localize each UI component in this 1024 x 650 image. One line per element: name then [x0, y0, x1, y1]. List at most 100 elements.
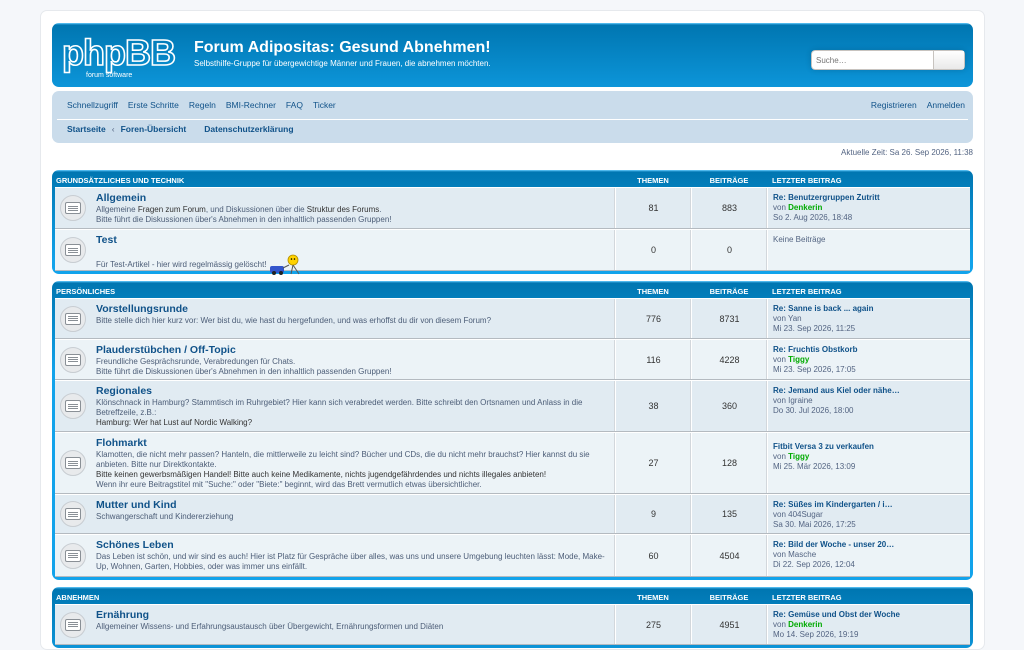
nav-ticker[interactable]: Ticker	[313, 100, 336, 110]
category-block: Abnehmen Themen Beiträge Letzter Beitrag…	[52, 587, 973, 648]
forum-title[interactable]: Mutter und Kind	[96, 499, 610, 511]
nav-first-steps[interactable]: Erste Schritte	[128, 100, 179, 110]
nav-faq[interactable]: FAQ	[286, 100, 303, 110]
svg-text:phpBB: phpBB	[62, 35, 175, 73]
topics-count: 116	[615, 340, 691, 379]
crumb-privacy[interactable]: Datenschutzerklärung	[204, 124, 293, 134]
forum-title[interactable]: Vorstellungsrunde	[96, 303, 610, 315]
login-link[interactable]: Anmelden	[927, 100, 965, 110]
smiley-icon	[269, 254, 300, 275]
register-link[interactable]: Registrieren	[871, 100, 917, 110]
category-title[interactable]: Abnehmen	[55, 593, 615, 602]
forum-read-icon	[60, 305, 86, 332]
category-title[interactable]: Grundsätzliches und Technik	[55, 176, 615, 185]
col-posts-header: Beiträge	[709, 286, 749, 296]
search-input[interactable]	[811, 50, 933, 70]
structure-link[interactable]: Struktur des Forums	[307, 205, 379, 214]
forum-read-icon	[60, 450, 86, 476]
last-post-author[interactable]: Yan	[788, 314, 802, 323]
forum-title[interactable]: Test	[96, 234, 610, 246]
forum-description: Freundliche Gesprächsrunde, Verabredunge…	[96, 357, 392, 376]
crumb-forum-index[interactable]: Foren-Übersicht	[121, 124, 187, 134]
crumb-separator-icon: ‹	[111, 124, 115, 134]
no-posts-label: Keine Beiträge	[773, 235, 826, 244]
last-post-author[interactable]: Masche	[788, 550, 816, 559]
last-post-title[interactable]: Re: Jemand aus Kiel oder nähe…	[773, 386, 965, 396]
crumb-home[interactable]: Startseite	[67, 124, 106, 134]
col-posts-header: Beiträge	[709, 592, 749, 602]
last-post: Re: Bild der Woche - unser 20… von Masch…	[767, 535, 970, 576]
last-post-author[interactable]: Denkerin	[788, 203, 822, 212]
search-button[interactable]	[933, 50, 965, 70]
last-post-title[interactable]: Re: Bild der Woche - unser 20…	[773, 540, 965, 550]
topics-count: 776	[615, 299, 691, 338]
last-post: Re: Jemand aus Kiel oder nähe… von Igrai…	[767, 381, 970, 431]
forum-row: Allgemein Allgemeine Fragen zum Forum, u…	[55, 187, 970, 229]
last-post: Keine Beiträge	[767, 230, 970, 270]
forum-info: Test Für Test-Artikel - hier wird regelm…	[55, 230, 615, 275]
last-post-title[interactable]: Re: Benutzergruppen Zutritt	[773, 193, 965, 203]
forum-row: Vorstellungsrunde Bitte stelle dich hier…	[55, 298, 970, 339]
last-post-author[interactable]: Tiggy	[788, 355, 809, 364]
search-box	[811, 50, 965, 70]
navbar: Schnellzugriff Erste Schritte Regeln BMI…	[52, 91, 973, 143]
forum-row: Mutter und Kind Schwangerschaft und Kind…	[55, 494, 970, 534]
last-post: Re: Fruchtis Obstkorb von Tiggy Mi 23. S…	[767, 340, 970, 379]
last-post-date: Di 22. Sep 2026, 12:04	[773, 560, 855, 569]
last-post: Re: Gemüse und Obst der Woche von Denker…	[767, 605, 970, 644]
category-title[interactable]: Persönliches	[55, 287, 615, 296]
faq-link[interactable]: Fragen zum Forum	[138, 205, 206, 214]
last-post-date: Mi 23. Sep 2026, 11:25	[773, 324, 856, 333]
last-post-title[interactable]: Re: Sanne is back ... again	[773, 304, 965, 314]
last-post-date: Sa 30. Mai 2026, 17:25	[773, 520, 856, 529]
col-last-post-header: Letzter Beitrag	[772, 175, 842, 185]
col-last-post-header: Letzter Beitrag	[772, 286, 842, 296]
last-post-title[interactable]: Re: Fruchtis Obstkorb	[773, 345, 965, 355]
forum-title[interactable]: Allgemein	[96, 192, 610, 204]
topics-count: 38	[615, 381, 691, 431]
col-topics-header: Themen	[637, 592, 669, 602]
forum-description: Das Leben ist schön, und wir sind es auc…	[96, 552, 605, 571]
forum-row: Schönes Leben Das Leben ist schön, und w…	[55, 534, 970, 577]
last-post-author[interactable]: 404Sugar	[788, 510, 823, 519]
category-header: Grundsätzliches und Technik Themen Beitr…	[55, 173, 970, 187]
forum-row: Test Für Test-Artikel - hier wird regelm…	[55, 229, 970, 275]
forum-info: Allgemein Allgemeine Fragen zum Forum, u…	[55, 188, 615, 228]
last-post-title[interactable]: Re: Gemüse und Obst der Woche	[773, 610, 965, 620]
forum-title[interactable]: Regionales	[96, 385, 610, 397]
nav-user-links: Registrieren Anmelden	[871, 100, 965, 110]
forum-read-icon	[60, 501, 86, 527]
posts-count: 883	[691, 188, 767, 228]
nav-quick-access[interactable]: Schnellzugriff	[67, 100, 118, 110]
topics-count: 60	[615, 535, 691, 576]
forum-description: Schwangerschaft und Kindererziehung	[96, 512, 234, 521]
nav-divider	[57, 119, 968, 120]
forum-title[interactable]: Schönes Leben	[96, 539, 610, 551]
last-post-title[interactable]: Fitbit Versa 3 zu verkaufen	[773, 442, 965, 452]
forum-info: Schönes Leben Das Leben ist schön, und w…	[55, 535, 615, 576]
nav-rules[interactable]: Regeln	[189, 100, 216, 110]
breadcrumb: Startseite ‹ Foren-Übersicht Datenschutz…	[67, 124, 294, 134]
last-post-author[interactable]: Denkerin	[788, 620, 822, 629]
posts-count: 135	[691, 495, 767, 533]
forum-read-icon	[60, 393, 86, 419]
forum-info: Regionales Klönschnack in Hamburg? Stamm…	[55, 381, 615, 431]
forum-title[interactable]: Ernährung	[96, 609, 610, 621]
forum-description: Allgemeine Fragen zum Forum, und Diskuss…	[96, 205, 392, 224]
site-description: Selbsthilfe-Gruppe für übergewichtige Mä…	[194, 59, 491, 68]
svg-text:forum software: forum software	[86, 72, 132, 79]
last-post: Re: Benutzergruppen Zutritt von Denkerin…	[767, 188, 970, 228]
forum-row: Ernährung Allgemeiner Wissens- und Erfah…	[55, 604, 970, 645]
phpbb-logo[interactable]: phpBB forum software	[62, 35, 184, 81]
last-post-title[interactable]: Re: Süßes im Kindergarten / i…	[773, 500, 965, 510]
forum-title[interactable]: Flohmarkt	[96, 437, 610, 449]
nav-bmi-calculator[interactable]: BMI-Rechner	[226, 100, 276, 110]
last-post-author[interactable]: Igraine	[788, 396, 812, 405]
last-post: Re: Süßes im Kindergarten / i… von 404Su…	[767, 495, 970, 533]
forum-description: Bitte stelle dich hier kurz vor: Wer bis…	[96, 316, 492, 325]
last-post-author[interactable]: Tiggy	[788, 452, 809, 461]
posts-count: 0	[691, 230, 767, 270]
current-time: Aktuelle Zeit: Sa 26. Sep 2026, 11:38	[841, 148, 973, 157]
forum-title[interactable]: Plauderstübchen / Off-Topic	[96, 344, 610, 356]
site-title[interactable]: Forum Adipositas: Gesund Abnehmen!	[194, 39, 491, 57]
